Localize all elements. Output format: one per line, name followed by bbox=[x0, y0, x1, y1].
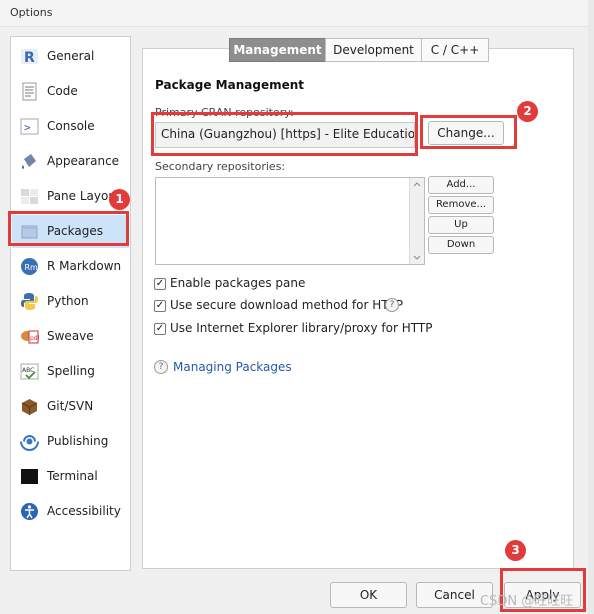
tab-development[interactable]: Development bbox=[325, 38, 422, 62]
svg-text:>: > bbox=[24, 121, 31, 134]
sidebar-item-r-markdown[interactable]: Rmd R Markdown bbox=[12, 250, 129, 283]
secure-download-checkbox[interactable]: ✓ bbox=[154, 300, 166, 312]
r-logo-icon: R bbox=[21, 49, 38, 66]
sidebar-item-console[interactable]: > Console bbox=[12, 110, 129, 143]
down-repo-button[interactable]: Down bbox=[428, 236, 494, 254]
annotation-box-packages bbox=[8, 211, 129, 246]
sidebar-item-label: Sweave bbox=[47, 329, 94, 343]
list-scrollbar[interactable] bbox=[409, 178, 424, 264]
sweave-pdf-icon: pdf bbox=[21, 330, 39, 344]
ie-proxy-label: Use Internet Explorer library/proxy for … bbox=[170, 321, 433, 335]
managing-packages-link[interactable]: Managing Packages bbox=[173, 360, 292, 374]
enable-packages-pane-label: Enable packages pane bbox=[170, 276, 306, 290]
svg-text:ABC: ABC bbox=[22, 367, 34, 374]
ie-proxy-checkbox[interactable]: ✓ bbox=[154, 323, 166, 335]
scroll-arrows-icon bbox=[413, 182, 421, 260]
sidebar-item-label: Terminal bbox=[47, 469, 98, 483]
sidebar-item-label: R Markdown bbox=[47, 259, 122, 273]
window-title: Options bbox=[10, 6, 53, 19]
sidebar-item-label: Code bbox=[47, 84, 78, 98]
annotation-badge-3: 3 bbox=[505, 540, 526, 561]
sidebar-item-label: Console bbox=[47, 119, 95, 133]
code-document-icon bbox=[22, 82, 37, 101]
secure-download-label: Use secure download method for HTTP bbox=[170, 298, 403, 312]
svg-text:R: R bbox=[24, 50, 35, 66]
sidebar-item-appearance[interactable]: Appearance bbox=[12, 145, 129, 178]
rmd-icon: Rmd bbox=[21, 258, 40, 275]
ok-button[interactable]: OK bbox=[330, 582, 407, 608]
managing-packages-help-icon[interactable]: ? bbox=[154, 360, 168, 374]
publishing-icon bbox=[20, 435, 39, 451]
up-repo-button[interactable]: Up bbox=[428, 216, 494, 234]
terminal-icon bbox=[21, 469, 38, 484]
enable-packages-pane-checkbox[interactable]: ✓ bbox=[154, 278, 166, 290]
sidebar-item-label: Publishing bbox=[47, 434, 109, 448]
svg-text:pdf: pdf bbox=[30, 335, 39, 342]
annotation-box-cran bbox=[151, 112, 418, 156]
accessibility-icon bbox=[21, 503, 38, 520]
remove-repo-button[interactable]: Remove... bbox=[428, 196, 494, 214]
sidebar: R General Code > Console Appearance Pane… bbox=[10, 36, 131, 571]
sidebar-item-label: Appearance bbox=[47, 154, 120, 168]
annotation-badge-2: 2 bbox=[517, 101, 538, 122]
sidebar-item-label: Python bbox=[47, 294, 89, 308]
section-heading: Package Management bbox=[155, 78, 304, 92]
console-prompt-icon: > bbox=[20, 118, 39, 135]
spelling-abc-icon: ABC bbox=[20, 363, 39, 380]
window-edge bbox=[588, 0, 594, 614]
watermark: CSDN @旺旺旺 bbox=[480, 594, 574, 609]
add-repo-button[interactable]: Add... bbox=[428, 176, 494, 194]
sidebar-item-sweave[interactable]: pdf Sweave bbox=[12, 320, 129, 353]
paint-bucket-icon bbox=[22, 154, 36, 169]
pane-grid-icon bbox=[21, 189, 38, 204]
sidebar-item-accessibility[interactable]: Accessibility bbox=[12, 495, 129, 528]
secondary-repos-list[interactable] bbox=[155, 177, 425, 265]
annotation-badge-1: 1 bbox=[109, 189, 130, 210]
help-question-icon[interactable]: ? bbox=[385, 298, 399, 312]
title-bar: Options bbox=[0, 0, 594, 27]
python-logo-icon bbox=[21, 293, 38, 310]
sidebar-item-code[interactable]: Code bbox=[12, 75, 129, 108]
secondary-repos-label: Secondary repositories: bbox=[155, 160, 286, 173]
sidebar-item-python[interactable]: Python bbox=[12, 285, 129, 318]
sidebar-item-publishing[interactable]: Publishing bbox=[12, 425, 129, 458]
sidebar-item-label: General bbox=[47, 49, 95, 63]
sidebar-item-label: Spelling bbox=[47, 364, 95, 378]
tab-c-cpp[interactable]: C / C++ bbox=[421, 38, 489, 62]
sidebar-item-label: Accessibility bbox=[47, 504, 121, 518]
git-box-icon bbox=[21, 399, 38, 415]
sidebar-item-git-svn[interactable]: Git/SVN bbox=[12, 390, 129, 423]
sidebar-item-spelling[interactable]: ABC Spelling bbox=[12, 355, 129, 388]
annotation-box-change bbox=[420, 115, 517, 149]
tab-management[interactable]: Management bbox=[229, 38, 326, 62]
sidebar-item-terminal[interactable]: Terminal bbox=[12, 460, 129, 493]
sidebar-item-label: Git/SVN bbox=[47, 399, 94, 413]
sidebar-item-general[interactable]: R General bbox=[12, 40, 129, 73]
svg-text:Rmd: Rmd bbox=[25, 263, 40, 272]
